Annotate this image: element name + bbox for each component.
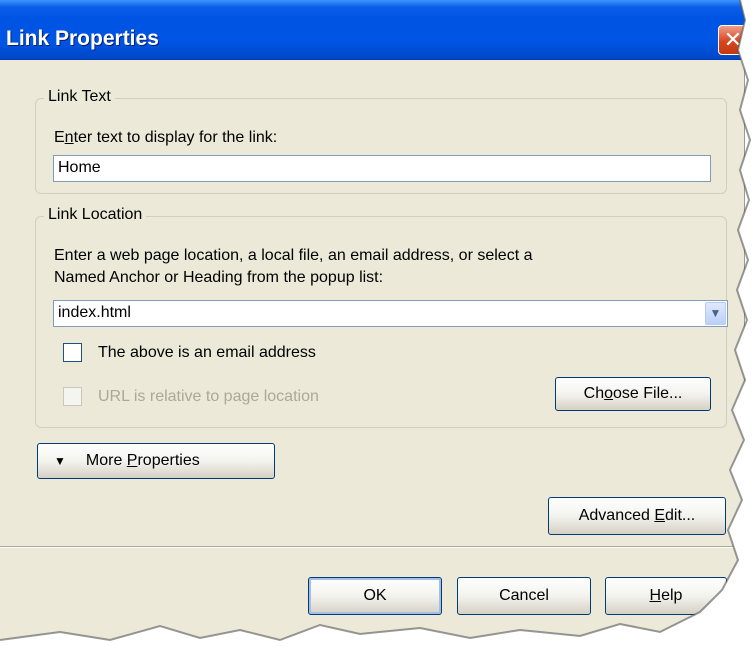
torn-edge-decoration bbox=[0, 0, 755, 646]
